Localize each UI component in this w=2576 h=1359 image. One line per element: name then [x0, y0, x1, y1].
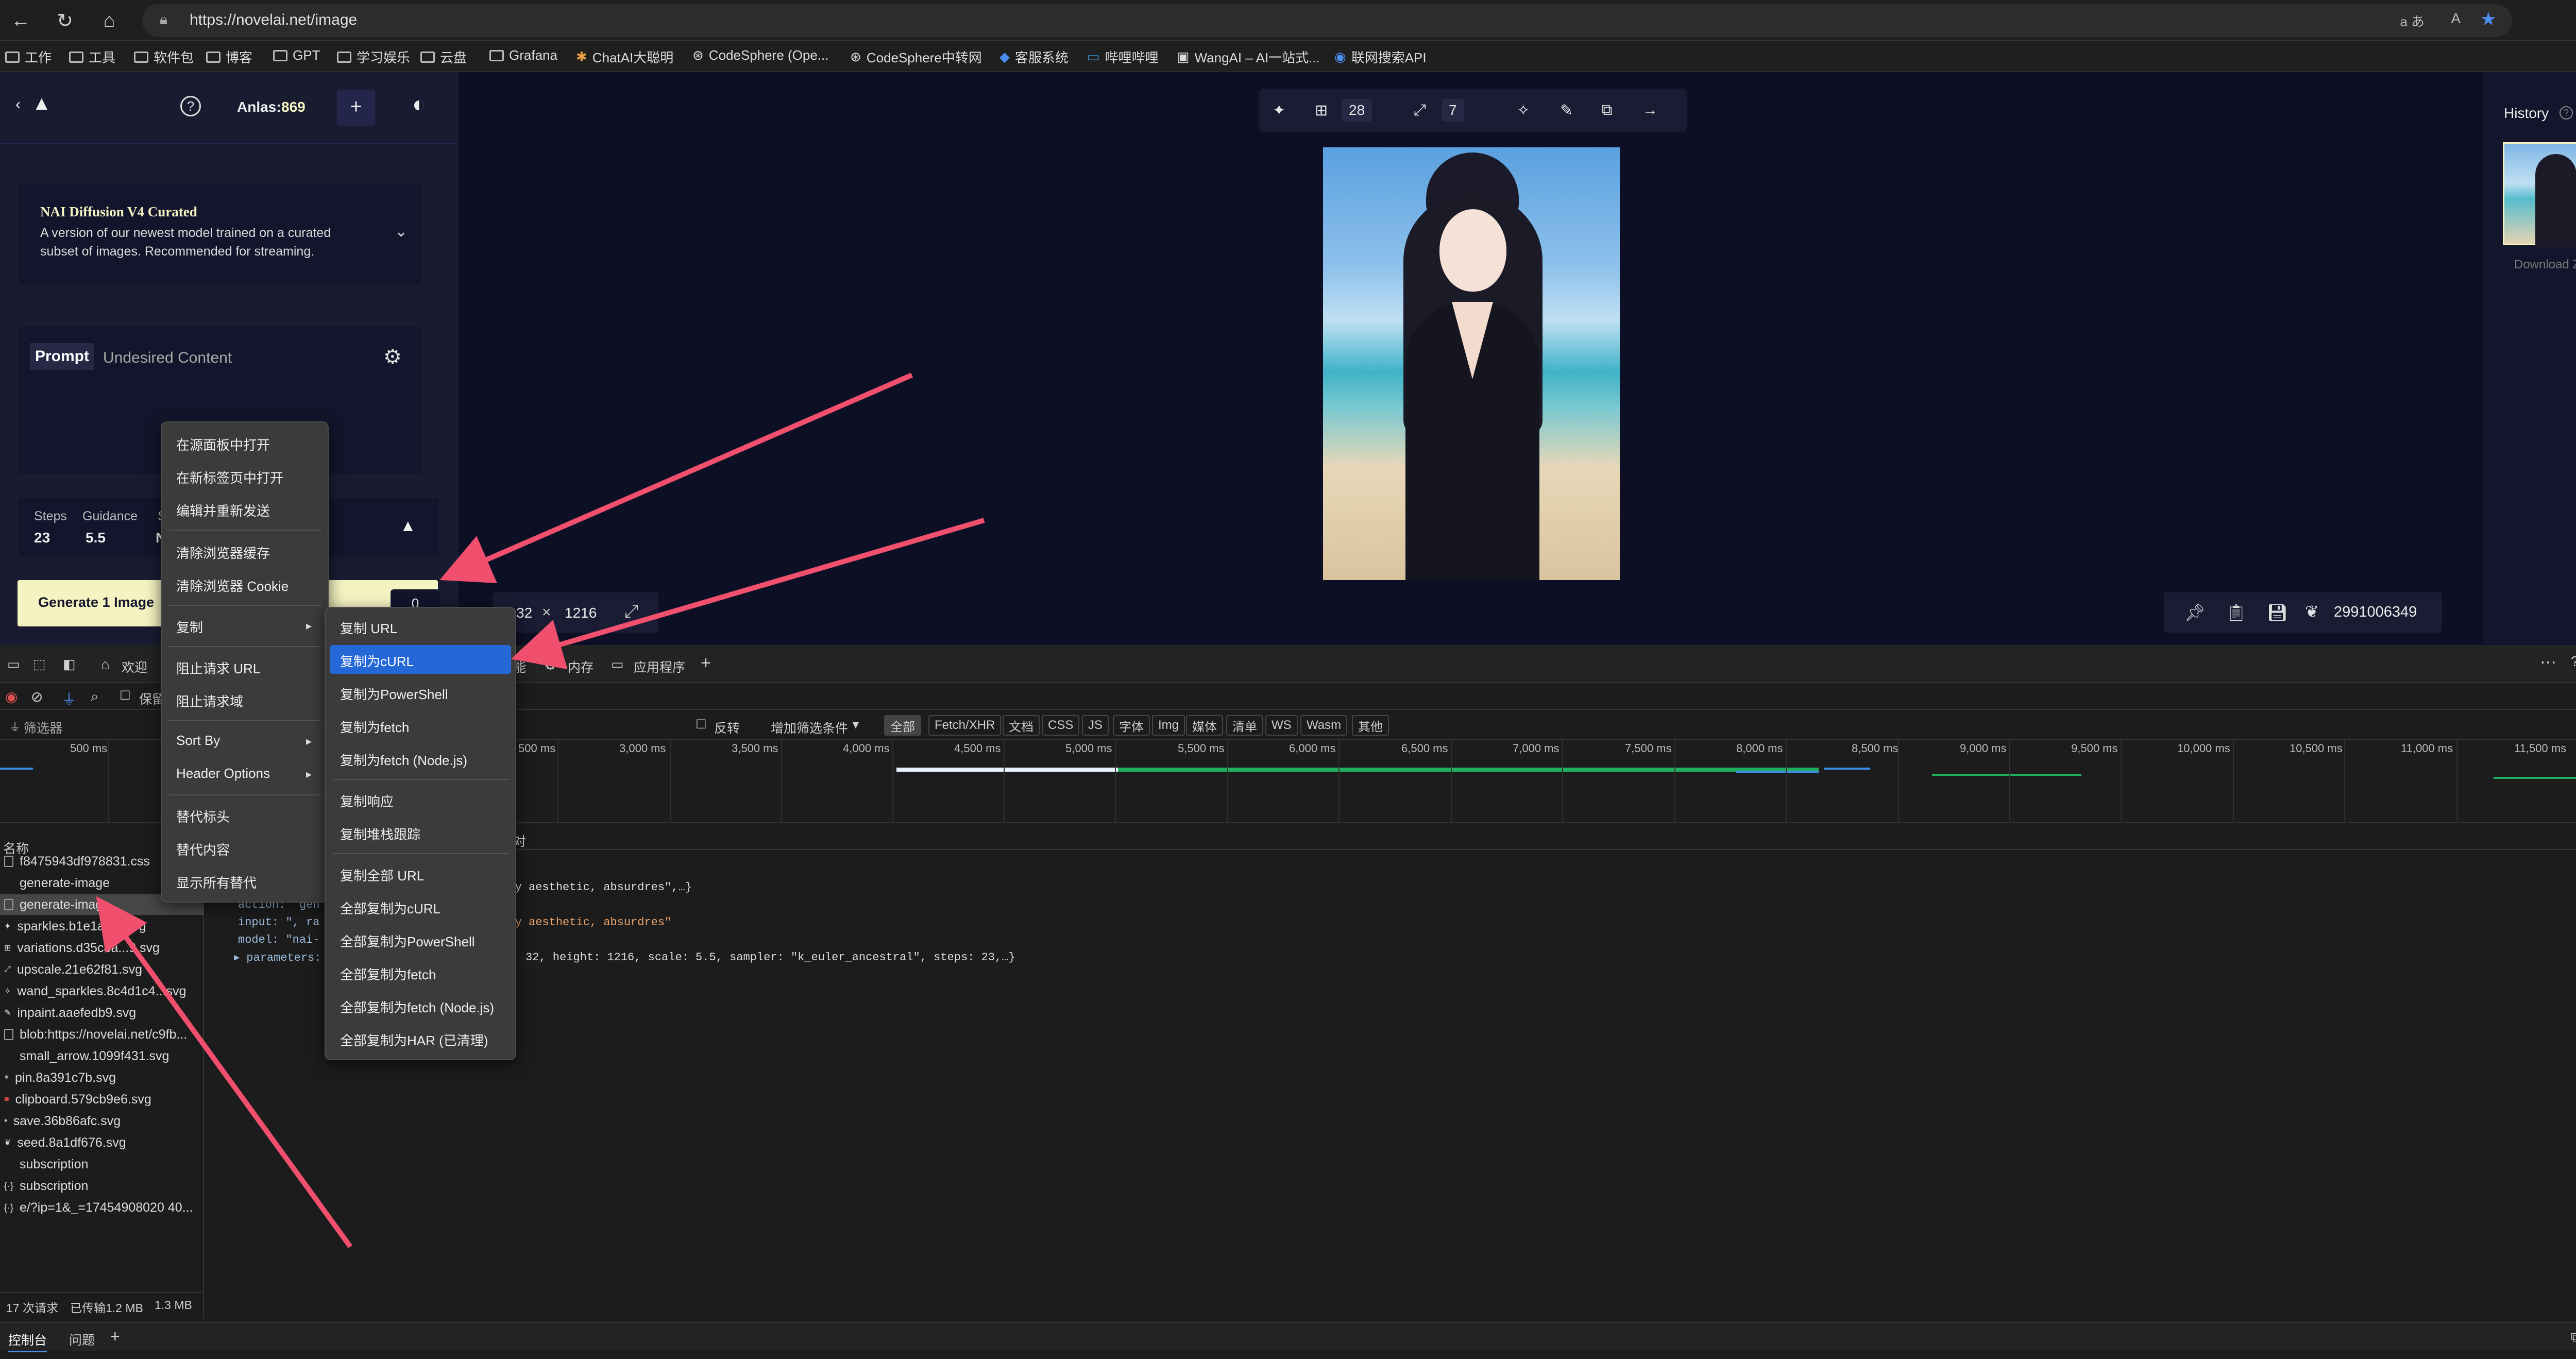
- annotation-arrows: [96, 372, 985, 1248]
- annotation-arrow: [511, 518, 985, 670]
- annotation-arrow: [96, 896, 353, 1248]
- annotation-arrow: [439, 372, 913, 583]
